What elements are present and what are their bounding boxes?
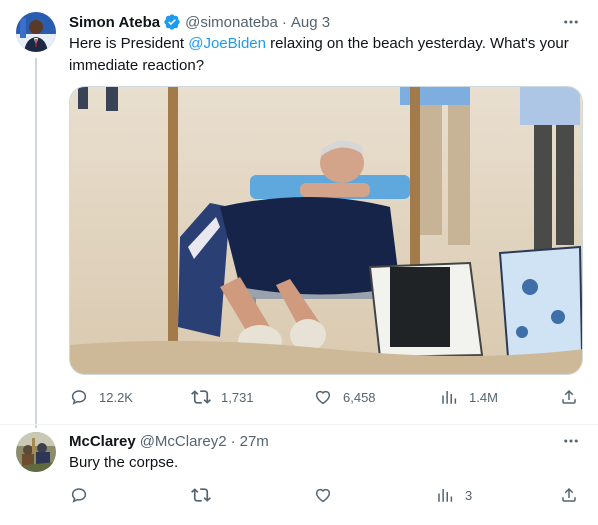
avatar[interactable] <box>16 432 56 472</box>
tweet-timestamp[interactable]: 27m <box>240 433 269 450</box>
views-count: 1.4M <box>469 389 498 405</box>
verified-badge-icon <box>163 13 181 31</box>
reply-icon <box>69 485 89 505</box>
share-icon <box>559 485 579 505</box>
author-handle[interactable]: @McClarey2 <box>140 433 227 450</box>
main-tweet[interactable]: Simon Ateba @simonateba · Aug 3 Here is … <box>0 0 598 425</box>
like-icon <box>313 387 333 407</box>
reply-button[interactable]: 12.2K <box>69 385 133 409</box>
tweet-header: McClarey @McClarey2 · 27m <box>69 431 269 451</box>
separator-dot: · <box>281 13 287 31</box>
reply-icon <box>69 387 89 407</box>
share-button[interactable] <box>559 385 579 409</box>
avatar[interactable] <box>16 12 56 52</box>
reply-button[interactable] <box>69 483 89 507</box>
share-button[interactable] <box>559 483 579 507</box>
more-options-icon[interactable] <box>561 12 581 32</box>
tweet-header: Simon Ateba @simonateba · Aug 3 <box>69 12 330 32</box>
retweet-button[interactable]: 1,731 <box>191 385 254 409</box>
views-icon <box>435 485 455 505</box>
like-icon <box>313 485 333 505</box>
retweet-count: 1,731 <box>221 389 254 405</box>
like-button[interactable]: 6,458 <box>313 385 376 409</box>
like-button[interactable] <box>313 483 333 507</box>
views-count: 3 <box>465 487 473 503</box>
share-icon <box>559 387 579 407</box>
views-button[interactable]: 1.4M <box>439 385 498 409</box>
retweet-button[interactable] <box>191 483 211 507</box>
like-count: 6,458 <box>343 389 376 405</box>
author-name[interactable]: Simon Ateba <box>69 14 160 31</box>
tweet-text: Here is President @JoeBiden relaxing on … <box>69 33 579 77</box>
author-handle[interactable]: @simonateba <box>185 14 278 31</box>
reply-count: 12.2K <box>99 389 133 405</box>
tweet-actions: 3 <box>69 483 581 507</box>
more-options-icon[interactable] <box>561 431 581 451</box>
views-icon <box>439 387 459 407</box>
tweet-photo[interactable] <box>69 86 583 375</box>
tweet-timestamp[interactable]: Aug 3 <box>291 14 330 31</box>
mention-link[interactable]: @JoeBiden <box>188 35 266 52</box>
tweet-actions: 12.2K 1,731 6,458 1.4M <box>69 385 581 409</box>
separator-dot: · <box>230 432 236 450</box>
reply-tweet[interactable]: McClarey @McClarey2 · 27m Bury the corps… <box>0 425 598 525</box>
views-button[interactable]: 3 <box>435 483 472 507</box>
author-name[interactable]: McClarey <box>69 433 136 450</box>
retweet-icon <box>191 485 211 505</box>
tweet-text-part: Here is President <box>69 35 189 52</box>
retweet-icon <box>191 387 211 407</box>
tweet-text: Bury the corpse. <box>69 454 179 471</box>
